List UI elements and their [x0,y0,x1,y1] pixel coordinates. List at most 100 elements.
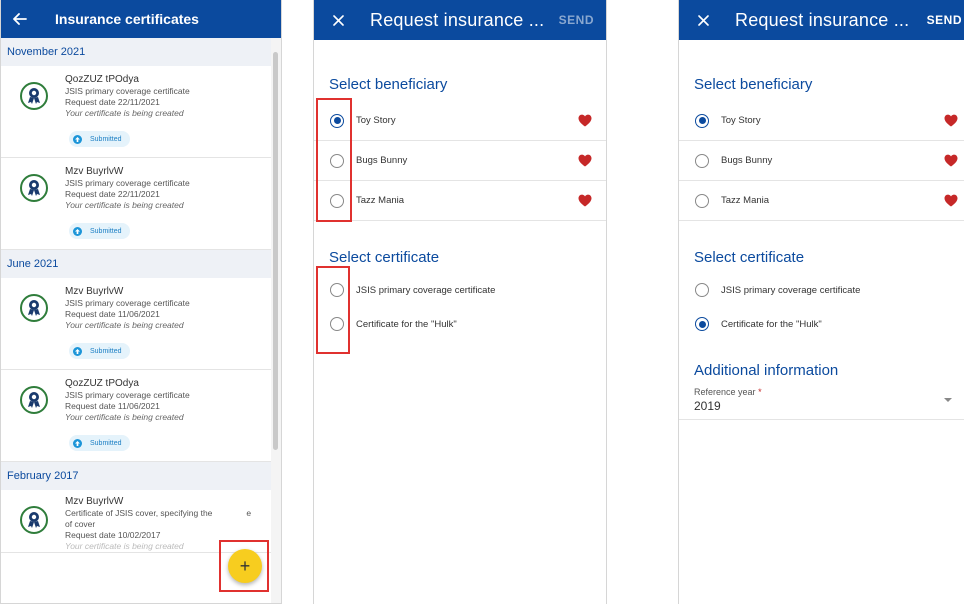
certificate-label: Certificate for the "Hulk" [356,318,457,330]
required-marker: * [758,387,762,397]
section-header: June 2021 [1,250,271,278]
top-app-bar: Request insurance ... SEND [679,0,964,40]
status-badge: Submitted [69,223,130,239]
beneficiary-label: Tazz Mania [721,195,770,206]
request-form-screen: Request insurance ... SEND Select benefi… [313,0,607,604]
reference-year-select[interactable]: Reference year * 2019 [679,387,964,420]
list-item[interactable]: QozZUZ tPOdya JSIS primary coverage cert… [1,66,271,158]
section-header: February 2017 [1,462,271,490]
heart-icon [578,154,592,167]
certificate-label: JSIS primary coverage certificate [721,284,861,296]
beneficiary-name: Mzv BuyrlvW [65,496,124,507]
heart-icon [944,194,958,207]
certificate-list: November 2021 QozZUZ tPOdya JSIS primary… [1,38,271,603]
list-item[interactable]: Mzv BuyrlvW JSIS primary coverage certif… [1,158,271,250]
highlight-box [219,540,269,592]
certificate-type: JSIS primary coverage certificate [65,86,190,96]
request-date: Request date 22/11/2021 [65,189,160,199]
beneficiary-name: QozZUZ tPOdya [65,378,139,389]
beneficiary-option[interactable]: Bugs Bunny [314,141,606,181]
additional-info-title: Additional information [694,362,839,379]
beneficiary-section-title: Select beneficiary [694,76,813,93]
request-date: Request date 22/11/2021 [65,97,160,107]
request-date: Request date 11/06/2021 [65,401,160,411]
request-form-screen-completed: Request insurance ... SEND Select benefi… [678,0,964,604]
status-badge: Submitted [69,343,130,359]
beneficiary-option[interactable]: Bugs Bunny [679,141,964,181]
certificate-type: Certificate of JSIS cover, specifying th… [65,508,271,519]
certificate-label: Certificate for the "Hulk" [721,318,822,330]
radio-button[interactable] [695,283,709,297]
status-text: Your certificate is being created [65,200,184,210]
certificate-type-tail: e [246,508,252,518]
beneficiary-name: Mzv BuyrlvW [65,286,124,297]
heart-icon [944,114,958,127]
radio-button[interactable] [695,153,709,168]
beneficiary-name: QozZUZ tPOdya [65,74,139,85]
radio-button[interactable] [695,193,709,208]
request-date: Request date 11/06/2021 [65,309,160,319]
certificate-type: JSIS primary coverage certificate [65,390,190,400]
beneficiary-label: Tazz Mania [356,195,405,206]
heart-icon [578,114,592,127]
radio-button[interactable] [695,113,709,128]
beneficiary-name: Mzv BuyrlvW [65,166,124,177]
reference-year-label-text: Reference year [694,387,756,397]
status-badge: Submitted [69,435,130,451]
beneficiary-section-title: Select beneficiary [329,76,448,93]
status-text: Your certificate is being created [65,412,184,422]
certificate-section-title: Select certificate [329,249,440,266]
upload-icon [73,226,82,236]
certificate-avatar-icon [20,506,48,534]
certificate-section-title: Select certificate [694,249,805,266]
beneficiary-option[interactable]: Tazz Mania [314,181,606,221]
certificate-label: JSIS primary coverage certificate [356,284,496,296]
beneficiary-option[interactable]: Toy Story [314,101,606,141]
certificate-avatar-icon [20,174,48,202]
scrollbar-thumb[interactable] [273,52,278,450]
upload-icon [73,438,82,448]
page-title: Request insurance ... [735,9,910,30]
beneficiary-label: Toy Story [721,115,761,126]
back-arrow-icon[interactable] [13,11,29,27]
list-item[interactable]: QozZUZ tPOdya JSIS primary coverage cert… [1,370,271,462]
section-header: November 2021 [1,38,271,66]
upload-icon [73,346,82,356]
radio-button[interactable] [695,317,709,331]
badge-label: Submitted [90,347,122,355]
page-title: Insurance certificates [55,11,199,27]
certificate-type-text: Certificate of JSIS cover, specifying th… [65,508,213,518]
dropdown-caret-icon[interactable] [944,398,952,402]
certificate-avatar-icon [20,386,48,414]
reference-year-label: Reference year * [679,387,964,397]
status-text: Your certificate is being created [65,108,184,118]
send-button[interactable]: SEND [559,13,594,27]
beneficiary-label: Toy Story [356,115,396,126]
send-button[interactable]: SEND [927,13,962,27]
certificate-option[interactable]: Certificate for the "Hulk" [314,304,606,344]
highlight-box [316,98,352,222]
close-icon[interactable] [697,14,709,26]
heart-icon [578,194,592,207]
status-text: Your certificate is being created [65,320,184,330]
list-item[interactable]: Mzv BuyrlvW JSIS primary coverage certif… [1,278,271,370]
close-icon[interactable] [332,14,344,26]
badge-label: Submitted [90,227,122,235]
top-app-bar: Insurance certificates [1,0,281,38]
upload-icon [73,134,82,144]
page-title: Request insurance ... [370,9,545,30]
certificate-option[interactable]: Certificate for the "Hulk" [679,304,964,344]
certificate-type: JSIS primary coverage certificate [65,178,190,188]
beneficiary-option[interactable]: Toy Story [679,101,964,141]
top-app-bar: Request insurance ... SEND [314,0,606,40]
heart-icon [944,154,958,167]
reference-year-value: 2019 [694,399,721,413]
badge-label: Submitted [90,135,122,143]
certificates-list-screen: Insurance certificates November 2021 Qoz… [0,0,282,604]
scrollbar[interactable] [271,38,281,603]
certificate-avatar-icon [20,82,48,110]
certificate-avatar-icon [20,294,48,322]
beneficiary-option[interactable]: Tazz Mania [679,181,964,221]
certificate-type-continued: of cover [65,519,96,529]
badge-label: Submitted [90,439,122,447]
